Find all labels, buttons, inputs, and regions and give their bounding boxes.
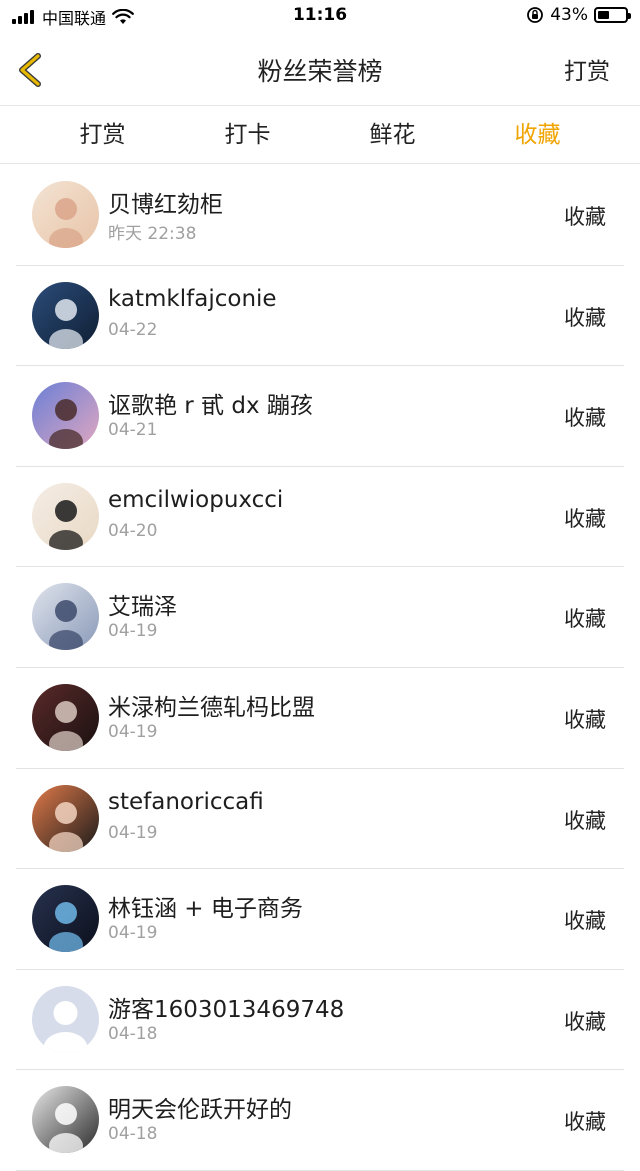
fan-name: emcilwiopuxcci — [108, 486, 284, 513]
avatar[interactable] — [32, 784, 99, 852]
list-item[interactable]: 贝博红劾柜昨天 22:38 收藏 — [0, 165, 640, 266]
fan-name: 游客1603013469748 — [108, 996, 345, 1023]
page-title: 粉丝荣誉榜 — [257, 57, 383, 86]
nav-bar: 粉丝荣誉榜 打赏 — [0, 34, 640, 106]
avatar[interactable] — [32, 482, 99, 550]
avatar[interactable] — [32, 281, 99, 349]
list-item[interactable]: 讴歌艳 r 甙 dx 蹦孩 04-21 收藏 — [0, 366, 640, 467]
list-item[interactable]: emcilwiopuxcci 04-20 收藏 — [0, 467, 640, 568]
fan-name: 米渌枸兰德轧杩比盟 — [108, 694, 315, 721]
list-item[interactable]: 艾瑞泽 04-19 收藏 — [0, 567, 640, 668]
orientation-lock-icon — [527, 7, 544, 23]
avatar[interactable] — [32, 985, 99, 1053]
tab-reward[interactable]: 打赏 — [30, 106, 175, 163]
fan-name: 明天会伦跃开好的 — [108, 1097, 292, 1124]
avatar[interactable] — [32, 683, 99, 751]
list-item[interactable]: stefanoriccafi 04-19 收藏 — [0, 769, 640, 870]
avatar[interactable] — [32, 885, 99, 953]
reward-button[interactable]: 打赏 — [564, 52, 610, 86]
fan-list: 贝博红劾柜 昨天 22:38 收藏 katmklfajconie 04-22 收藏 讴歌艳 … — [0, 165, 640, 1171]
favorite-label: 收藏 — [564, 305, 606, 330]
favorite-label: 收藏 — [564, 1009, 606, 1034]
favorite-label: 收藏 — [564, 607, 606, 632]
list-item[interactable]: 游客1603013469748 04-18 收藏 — [0, 970, 640, 1071]
list-item[interactable]: 明天会伦跃开好的 04-18 收藏 — [0, 1070, 640, 1171]
favorite-label: 收藏 — [564, 205, 606, 229]
avatar[interactable] — [32, 181, 99, 248]
tab-bar: 打赏 打卡 鲜花 收藏 — [0, 106, 640, 164]
favorite-label: 收藏 — [564, 808, 606, 833]
fan-name: 艾瑞泽 — [108, 594, 177, 621]
fan-date: 04-19 — [108, 923, 158, 944]
fan-name: 讴歌艳 r 甙 dx 蹦孩 — [108, 393, 313, 420]
fan-date: 04-19 — [108, 721, 158, 742]
fan-name: 林钰涵 + 电子商务 — [108, 896, 303, 923]
tab-favorites[interactable]: 收藏 — [465, 106, 610, 163]
fan-name: katmklfajconie — [108, 285, 277, 312]
favorite-label: 收藏 — [564, 707, 606, 732]
fan-date: 昨天 22:38 — [108, 224, 197, 244]
favorite-label: 收藏 — [564, 506, 606, 531]
fan-date: 04-18 — [108, 1023, 158, 1044]
avatar[interactable] — [32, 583, 99, 651]
fan-date: 04-19 — [108, 822, 158, 843]
status-bar: 中国联通 11:16 43% — [0, 0, 640, 34]
favorite-label: 收藏 — [564, 909, 606, 934]
status-right: 43% — [526, 5, 631, 25]
list-item[interactable]: katmklfajconie 04-22 收藏 — [0, 266, 640, 367]
fan-date: 04-18 — [108, 1124, 158, 1145]
fan-date: 04-19 — [108, 621, 158, 642]
battery-percent: 43% — [550, 5, 588, 25]
favorite-label: 收藏 — [564, 1110, 606, 1135]
fan-name: 贝博红劾柜 — [108, 192, 223, 218]
battery-fill — [598, 11, 609, 19]
favorite-label: 收藏 — [564, 406, 606, 431]
battery-icon — [594, 7, 631, 23]
tab-checkin[interactable]: 打卡 — [175, 106, 320, 163]
avatar[interactable] — [32, 382, 99, 450]
list-item[interactable]: 林钰涵 + 电子商务 04-19 收藏 — [0, 869, 640, 970]
fan-date: 04-21 — [108, 420, 158, 441]
tab-flowers[interactable]: 鲜花 — [320, 106, 465, 163]
fan-name: stefanoriccafi — [108, 788, 264, 815]
fan-date: 04-20 — [108, 520, 158, 541]
avatar[interactable] — [32, 1086, 99, 1154]
fan-date: 04-22 — [108, 319, 158, 340]
list-item[interactable]: 米渌枸兰德轧杩比盟 04-19 收藏 — [0, 668, 640, 769]
